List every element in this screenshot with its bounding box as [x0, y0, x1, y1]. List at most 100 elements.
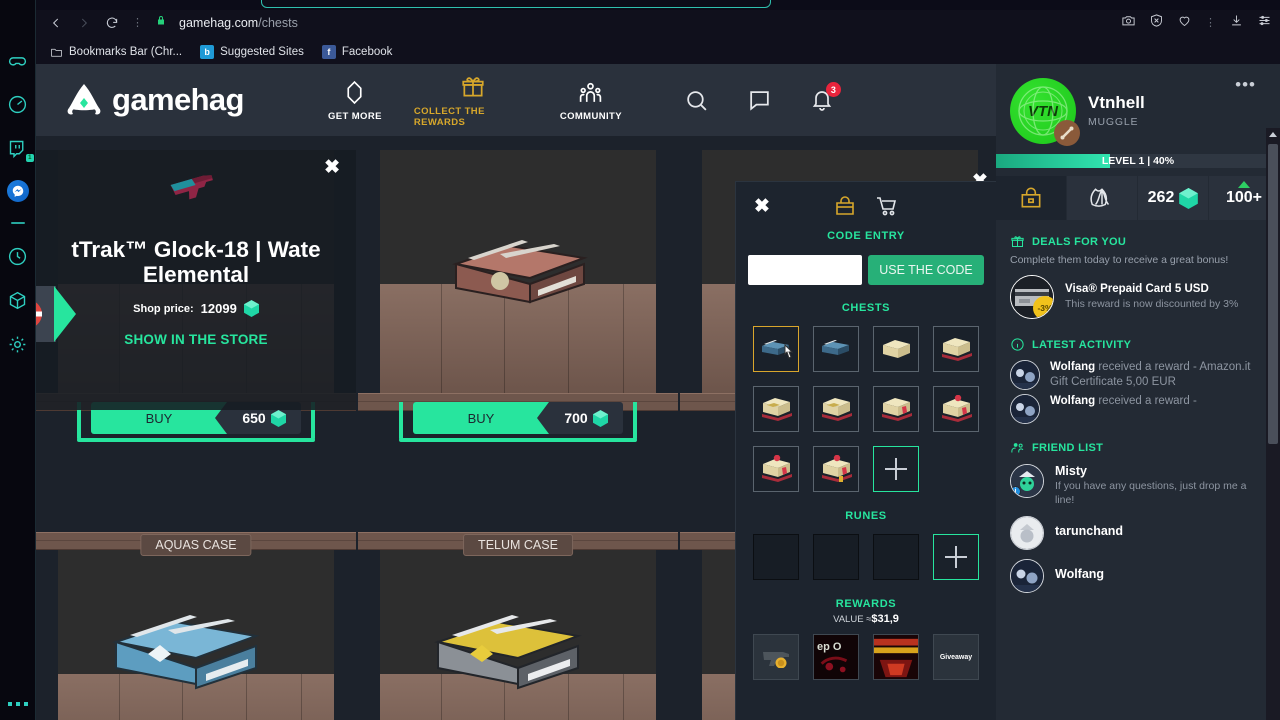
chest-slot[interactable]	[753, 386, 799, 432]
reload-icon[interactable]	[104, 15, 120, 31]
reward-grid: ep O Giveaway	[736, 634, 996, 680]
sliders-icon[interactable]	[1257, 13, 1272, 33]
friend-item[interactable]: tarunchand	[996, 507, 1280, 551]
chest-slot[interactable]	[813, 386, 859, 432]
rune-slot[interactable]	[753, 534, 799, 580]
show-in-store-link[interactable]: SHOW IN THE STORE	[124, 332, 267, 347]
stat-backpack[interactable]	[996, 176, 1067, 220]
bell-icon[interactable]: 3	[810, 82, 841, 112]
activity-item[interactable]: Wolfang received a reward -	[996, 390, 1280, 424]
close-card-1-button[interactable]: ✖	[324, 158, 340, 177]
search-icon[interactable]	[684, 88, 709, 113]
nav-label: GET MORE	[327, 111, 382, 122]
activity-item[interactable]: Wolfang received a reward - Amazon.it Gi…	[996, 352, 1280, 390]
reward-item[interactable]	[753, 634, 799, 680]
forward-arrow-icon[interactable]	[76, 15, 92, 31]
scroll-up-arrow-icon[interactable]	[1269, 132, 1277, 137]
nav-collect-rewards[interactable]: COLLECT THE REWARDS	[414, 73, 532, 128]
rune-slot[interactable]	[873, 534, 919, 580]
page-scrollbar[interactable]	[1266, 128, 1280, 720]
modal-close-button[interactable]: ✖	[754, 197, 770, 216]
chest-slot[interactable]	[813, 446, 859, 492]
chest-card-5[interactable]: TELUM CASE	[358, 532, 678, 720]
nav-get-more[interactable]: GET MORE	[296, 78, 414, 122]
gamepad-icon[interactable]	[6, 48, 30, 72]
address-bar[interactable]: gamehag.com/chests	[179, 16, 298, 30]
use-the-code-button[interactable]: USE THE CODE	[868, 255, 984, 285]
friends-icon	[1011, 443, 1024, 453]
chest-slot[interactable]	[753, 326, 799, 372]
sidebar-more-dots-icon[interactable]: •••	[1235, 76, 1256, 93]
item-title-line1: tTrak™ Glock-18 | Wate	[71, 236, 321, 262]
chest-slot[interactable]	[753, 446, 799, 492]
backpack-tab-icon[interactable]	[832, 193, 858, 219]
rune-slot[interactable]	[813, 534, 859, 580]
activity-detail: received a reward -	[1095, 395, 1197, 407]
plus-icon	[945, 546, 967, 568]
deal-item[interactable]: -3% Visa® Prepaid Card 5 USD This reward…	[996, 266, 1280, 319]
chest-slot[interactable]	[873, 386, 919, 432]
stat-triquetra[interactable]	[1067, 176, 1138, 220]
add-chest-slot[interactable]	[873, 446, 919, 492]
chat-icon[interactable]	[747, 88, 772, 113]
clock-icon[interactable]	[6, 244, 30, 268]
gear-icon[interactable]	[6, 332, 30, 356]
avatar[interactable]: VTN	[1010, 78, 1080, 146]
reward-item[interactable]: ep O	[813, 634, 859, 680]
up-triangle-icon	[1238, 181, 1250, 188]
chest-builder-modal: ✖ CODE ENTRY USE THE CODE CHESTS RUNES R…	[735, 181, 997, 720]
twitch-icon[interactable]: 1	[6, 136, 34, 162]
level-progress-label: LEVEL 1 | 40%	[1101, 155, 1175, 167]
add-rune-slot[interactable]	[933, 534, 979, 580]
code-input[interactable]	[748, 255, 862, 285]
cube-icon[interactable]	[6, 288, 30, 312]
heart-icon[interactable]	[1177, 13, 1192, 33]
chest-card-2[interactable]: BUY 700	[358, 150, 678, 442]
shield-block-icon[interactable]	[1149, 13, 1164, 33]
chest-slot[interactable]	[873, 326, 919, 372]
nav-community[interactable]: COMMUNITY	[532, 78, 650, 122]
crate-image-telum	[420, 610, 595, 695]
buy-button-2[interactable]: BUY 700	[413, 402, 623, 434]
rail-overflow-icon[interactable]	[0, 702, 36, 706]
item-tooltip-flag	[36, 286, 76, 342]
header-actions: 3	[684, 82, 841, 113]
chest-slot[interactable]	[813, 326, 859, 372]
friend-name: tarunchand	[1055, 524, 1124, 539]
reward-item[interactable]: Giveaway	[933, 634, 979, 680]
scrollbar-thumb[interactable]	[1268, 144, 1278, 444]
activity-avatar	[1010, 360, 1040, 390]
friend-item[interactable]: i Misty If you have any questions, just …	[996, 455, 1280, 507]
friend-status-badge: i	[1011, 486, 1021, 497]
modal-header: ✖	[736, 182, 996, 230]
vertical-dots-icon[interactable]: ⋮	[132, 18, 143, 29]
active-tab-outline[interactable]	[261, 0, 771, 8]
bell-badge: 3	[825, 82, 841, 97]
reward-item[interactable]	[873, 634, 919, 680]
cart-tab-icon[interactable]	[874, 193, 900, 219]
tooltip-chevron	[54, 286, 76, 342]
camera-icon[interactable]	[1121, 13, 1136, 33]
url-path: /chests	[258, 16, 298, 30]
chest-slot[interactable]	[933, 326, 979, 372]
bookmark-item[interactable]: Bookmarks Bar (Chr...	[50, 46, 182, 59]
friend-item[interactable]: Wolfang	[996, 550, 1280, 594]
stat-gems[interactable]: 262	[1138, 176, 1209, 220]
bookmark-item[interactable]: f Facebook	[321, 45, 392, 59]
crate-image-2	[438, 236, 598, 311]
bookmark-label: Bookmarks Bar (Chr...	[69, 46, 183, 58]
activity-text: Wolfang received a reward - Amazon.it Gi…	[1050, 360, 1266, 390]
friend-avatar	[1010, 559, 1044, 594]
gift-icon	[460, 73, 486, 101]
chest-card-4[interactable]: AQUAS CASE	[36, 532, 356, 720]
browser-menu-dots-icon[interactable]: ⋮	[1205, 18, 1216, 29]
chest-card-1[interactable]: ✖ tTrak™ Glock-18 | Wate Elemental Shop …	[36, 150, 356, 442]
bookmark-item[interactable]: b Suggested Sites	[200, 45, 304, 59]
brand-logo[interactable]: gamehag	[64, 80, 245, 120]
speedometer-icon[interactable]	[6, 92, 30, 116]
community-icon	[578, 78, 603, 106]
back-arrow-icon[interactable]	[48, 15, 64, 31]
download-icon[interactable]	[1229, 13, 1244, 33]
messenger-icon[interactable]	[6, 180, 29, 202]
chest-slot[interactable]	[933, 386, 979, 432]
